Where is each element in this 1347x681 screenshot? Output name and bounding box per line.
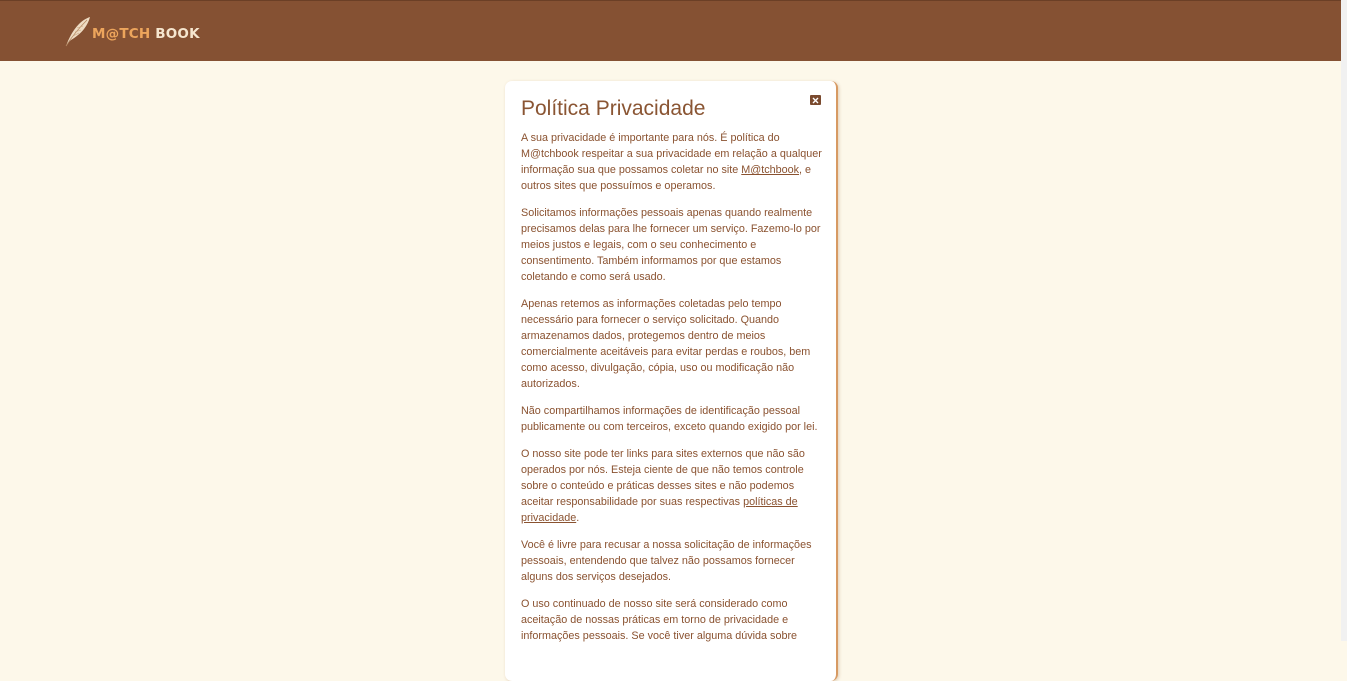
logo-text-match: M@TCH [92,25,151,42]
policy-text: . [576,512,580,524]
privacy-policy-modal: Política Privacidade A sua privacidade é… [505,81,838,681]
policy-paragraph-2: Solicitamos informações pessoais apenas … [521,207,821,283]
logo-text-book: BOOK [155,25,200,42]
policy-paragraph-3: Apenas retemos as informações coletadas … [521,298,811,390]
matchbook-site-link[interactable]: M@tchbook [741,164,799,176]
policy-paragraph-5: O nosso site pode ter links para sites e… [521,446,823,526]
policy-paragraph-4: Não compartilhamos informações de identi… [521,405,818,433]
modal-title: Política Privacidade [521,97,706,120]
policy-paragraph-1: A sua privacidade é importante para nós.… [521,130,823,194]
logo-wordmark: M@TCH BOOK [92,26,200,42]
top-navbar: M@TCH BOOK [0,0,1341,61]
matchbook-logo[interactable]: M@TCH BOOK [63,16,200,48]
close-button[interactable] [810,95,821,105]
page-scrollbar[interactable] [1341,0,1347,641]
policy-paragraph-6: Você é livre para recusar a nossa solici… [521,539,812,583]
feather-icon [65,17,90,47]
policy-paragraph-7: O uso continuado de nosso site será cons… [521,598,798,642]
close-icon [812,97,819,103]
